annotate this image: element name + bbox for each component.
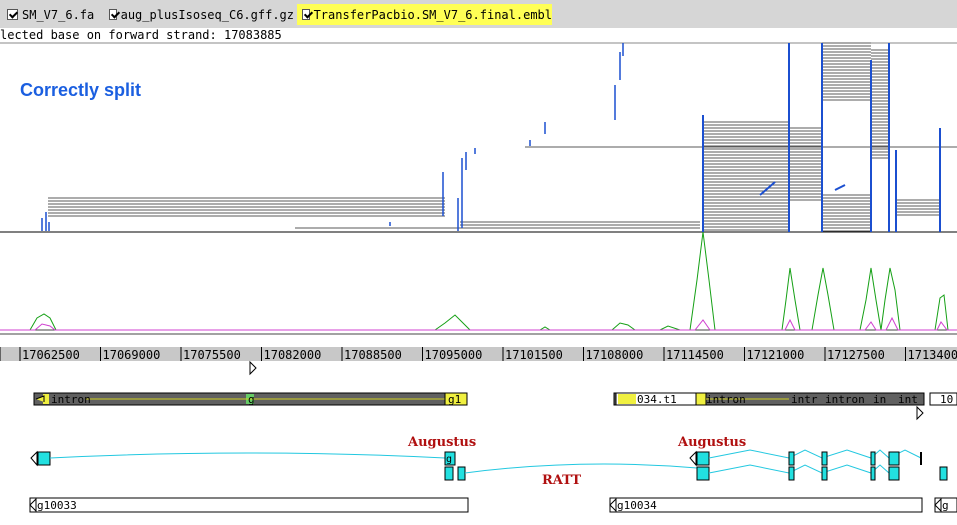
gene-model-augustus[interactable]: g: [30, 449, 948, 481]
ruler-tick-label: 17121000: [747, 348, 805, 362]
exon-yellow-4: [695, 392, 707, 406]
gene-box-g10033[interactable]: [29, 497, 469, 513]
feature-label-in: in: [873, 393, 886, 406]
exon-cyan-14[interactable]: [888, 466, 900, 481]
correctly-split-label: Correctly split: [20, 80, 141, 100]
exon-cyan-6[interactable]: [696, 466, 710, 481]
genome-viewer-canvas[interactable]: Correctly split 17062500 17069000 17075500…: [0, 0, 957, 525]
strand-arrow-icon-2: [916, 405, 924, 421]
ruler-tick-label: 17114500: [666, 348, 724, 362]
exon-cyan-8[interactable]: [788, 466, 795, 481]
gene-label-g10033: g10033: [37, 499, 77, 512]
feature-label-g1: g1: [448, 393, 461, 406]
exon-cyan-7[interactable]: [788, 451, 795, 466]
strand-arrow-icon-4: [689, 450, 697, 467]
ruler-tick-label: 17108000: [586, 348, 644, 362]
feature-label-intr: intr: [791, 393, 818, 406]
feature-label-intron-1: intron: [51, 393, 91, 406]
ruler-tick-label: 17095000: [425, 348, 483, 362]
exon-cyan-1[interactable]: [37, 451, 51, 466]
ruler-tick-label: 17101500: [505, 348, 563, 362]
intron-arc-2: [464, 463, 698, 474]
ruler-tick-label: 17062500: [22, 348, 80, 362]
gene-label-g: g: [942, 499, 949, 512]
exon-cyan-12[interactable]: [870, 466, 876, 481]
exon-cyan-10[interactable]: [821, 466, 828, 481]
exon-cyan-4[interactable]: [457, 466, 466, 481]
ratt-label: RATT: [542, 473, 581, 488]
augustus-label-2: Augustus: [677, 435, 746, 450]
exon-cyan-15[interactable]: [939, 466, 948, 481]
exon-cyan-9[interactable]: [821, 451, 828, 466]
gene-box-g10034[interactable]: [609, 497, 923, 513]
strand-arrow-icon-3: [30, 450, 38, 467]
feature-label-10: 10: [940, 393, 953, 406]
small-g-label: g: [446, 454, 452, 465]
read-blue-edges-left: [41, 43, 624, 231]
feature-label-intron-3: intron: [825, 393, 865, 406]
exon-yellow-3: [618, 394, 636, 404]
exon-black-1[interactable]: [920, 452, 922, 465]
exon-cyan-3[interactable]: [444, 466, 454, 481]
position-marker-icon[interactable]: [249, 360, 257, 376]
exon-cyan-11[interactable]: [870, 451, 876, 466]
feature-label-intron-2: intron: [706, 393, 746, 406]
augustus-label-1: Augustus: [407, 435, 476, 450]
ruler-tick-label: 17134000: [908, 348, 957, 362]
ruler-tick-label: 17082000: [264, 348, 322, 362]
ruler-tick-label: 17127500: [827, 348, 885, 362]
coverage-green-line: [0, 231, 957, 331]
gene-label-row[interactable]: g10033 g10034 g: [29, 497, 957, 513]
ruler-tick-label: 17075500: [183, 348, 241, 362]
feature-label-g: g: [248, 393, 255, 406]
exon-cyan-5[interactable]: [696, 451, 710, 466]
ruler-tick-label: 17088500: [344, 348, 402, 362]
feature-label-int: int: [898, 393, 918, 406]
gene-label-g10034: g10034: [617, 499, 657, 512]
feature-row-1[interactable]: intron g g1 034.t1 intron intr intron in…: [33, 392, 957, 421]
exon-cyan-13[interactable]: [888, 451, 900, 466]
feature-label-034t1: 034.t1: [637, 393, 677, 406]
intron-arc-1: [49, 452, 446, 459]
ruler-tick-label: 17069000: [103, 348, 161, 362]
intron-zigzag-2: [708, 464, 890, 474]
